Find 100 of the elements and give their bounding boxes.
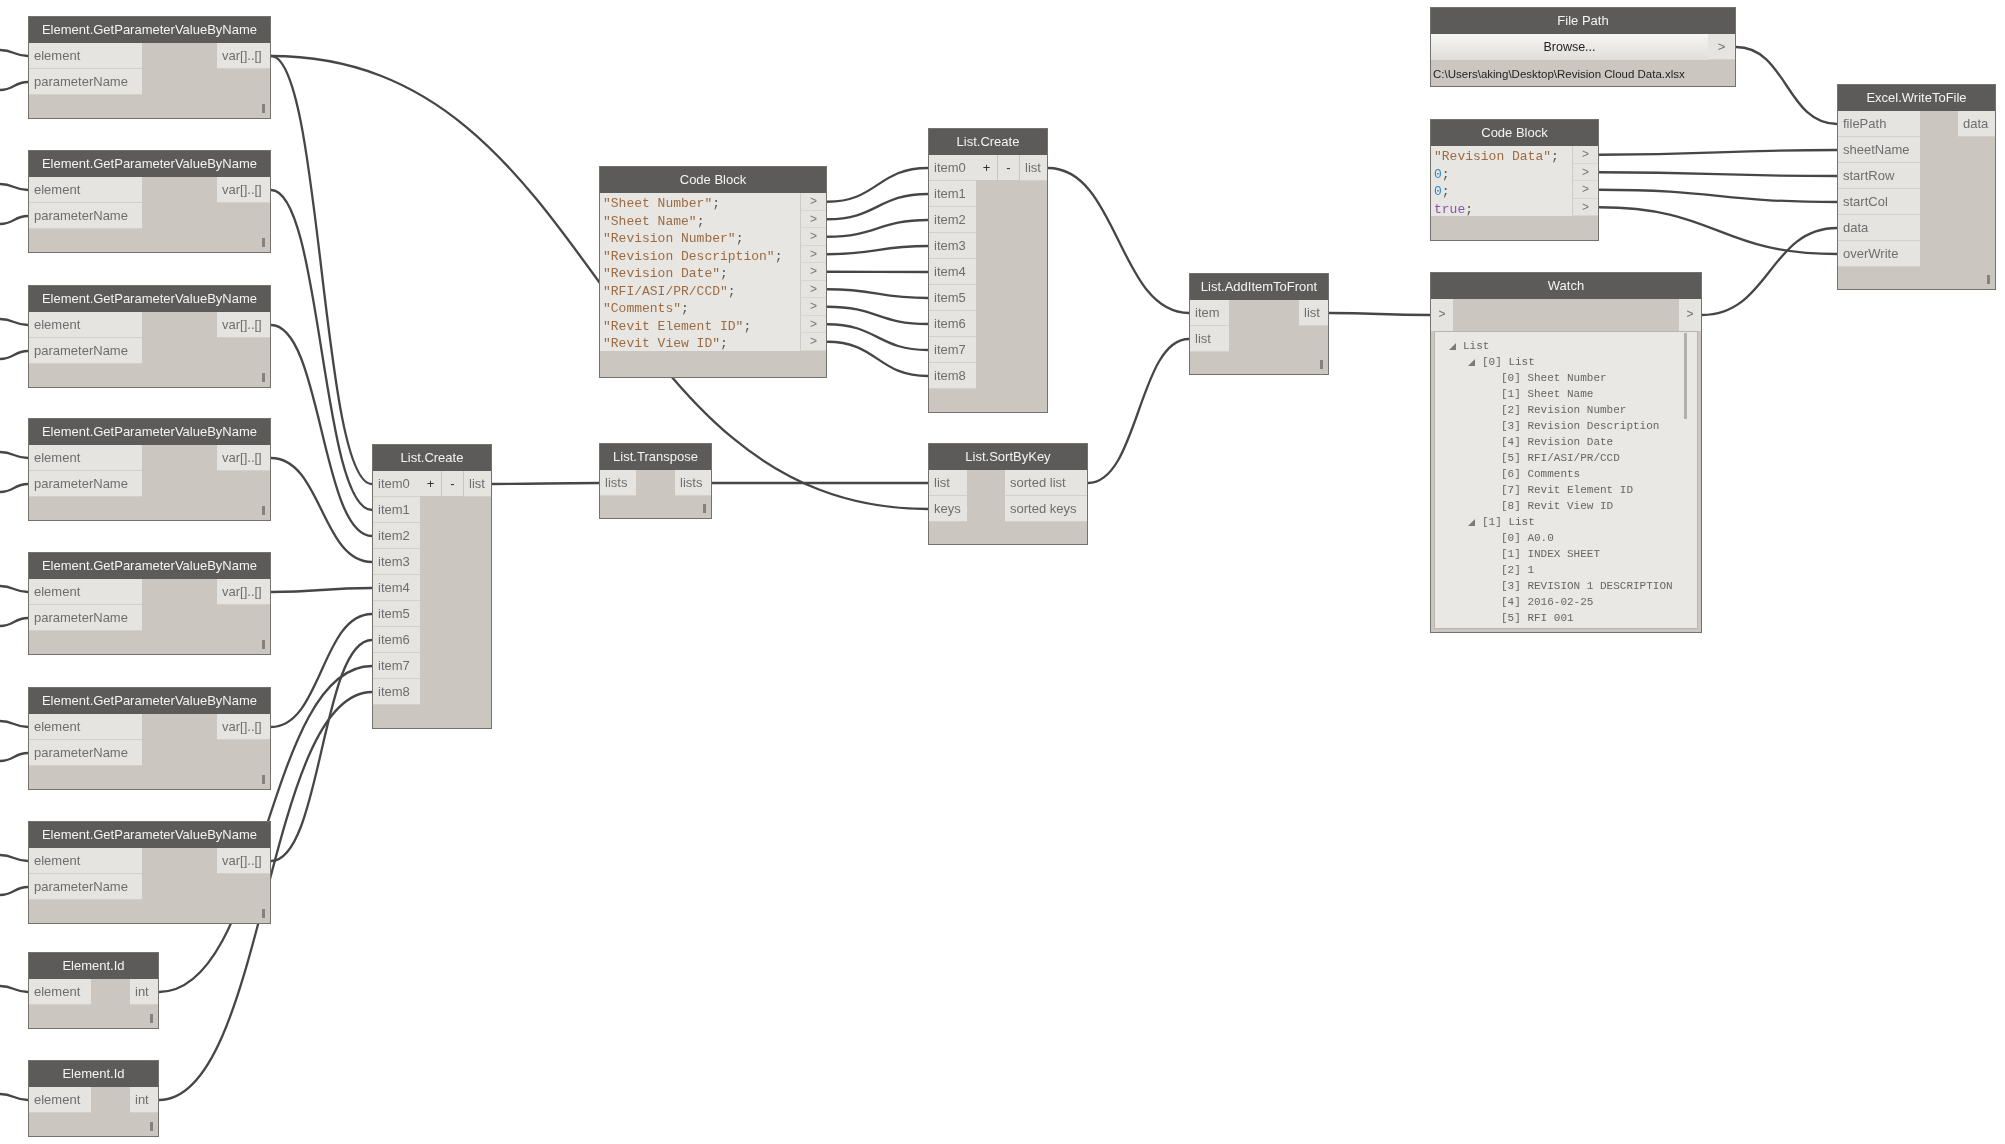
input-port[interactable]: item2	[373, 523, 420, 549]
input-port[interactable]: parameterName	[29, 874, 142, 900]
input-count-button[interactable]: +	[976, 155, 997, 180]
tree-item[interactable]: [2] 1	[1501, 562, 1534, 578]
input-port[interactable]: element	[29, 714, 142, 740]
output-port[interactable]: var[]..[]	[217, 177, 270, 203]
input-port[interactable]: overWrite	[1838, 241, 1920, 267]
output-port[interactable]: list	[1020, 155, 1047, 181]
node-card[interactable]: Element.GetParameterValueByName element var[]..[] parameterName	[28, 418, 271, 521]
node-card[interactable]: List.Create item0 + - list item1 item2 item3 item4 item5 item6 item7 item8	[928, 128, 1048, 413]
output-port[interactable]: >	[800, 263, 826, 281]
input-port[interactable]: item3	[373, 549, 420, 575]
output-port[interactable]: int	[130, 979, 158, 1005]
tree-item[interactable]: [7] Revit Element ID	[1501, 482, 1634, 498]
output-port[interactable]: var[]..[]	[217, 445, 270, 471]
output-port[interactable]: var[]..[]	[217, 43, 270, 69]
node-card[interactable]: Element.GetParameterValueByName element var[]..[] parameterName	[28, 285, 271, 388]
input-port[interactable]: item5	[929, 285, 976, 311]
node-card[interactable]: Element.GetParameterValueByName element var[]..[] parameterName	[28, 552, 271, 655]
input-port[interactable]: item3	[929, 233, 976, 259]
input-port[interactable]: item2	[929, 207, 976, 233]
tree-item[interactable]: [8] Revit View ID	[1501, 498, 1614, 514]
output-port[interactable]: >	[800, 193, 826, 211]
input-port[interactable]: list	[929, 470, 967, 496]
output-port[interactable]: >	[1572, 181, 1598, 199]
output-port[interactable]: list	[1299, 300, 1328, 326]
input-port[interactable]: parameterName	[29, 69, 142, 95]
node-card[interactable]: List.AddItemToFront item list list	[1189, 273, 1329, 375]
input-port[interactable]: item0	[373, 471, 420, 497]
node-card[interactable]: File Path Browse... > C:\Users\aking\Desktop\Revision Cloud Data.xlsx	[1430, 7, 1736, 87]
input-port[interactable]: parameterName	[29, 338, 142, 364]
input-port[interactable]: item	[1190, 300, 1229, 326]
input-port[interactable]: startCol	[1838, 189, 1920, 215]
tree-toggle-icon[interactable]	[1468, 518, 1475, 526]
tree-item[interactable]: [1] INDEX SHEET	[1501, 546, 1601, 562]
input-port[interactable]: parameterName	[29, 471, 142, 497]
input-port[interactable]: element	[29, 979, 91, 1005]
output-port[interactable]: sorted keys	[1005, 496, 1087, 522]
input-port[interactable]: parameterName	[29, 740, 142, 766]
output-port[interactable]: >	[1679, 299, 1701, 331]
input-port[interactable]: item1	[373, 497, 420, 523]
input-port[interactable]: element	[29, 177, 142, 203]
input-port[interactable]: element	[29, 1087, 91, 1113]
input-port[interactable]: item7	[929, 337, 976, 363]
browse-button[interactable]: Browse...	[1431, 34, 1708, 60]
tree-toggle-icon[interactable]	[1468, 358, 1475, 366]
input-port[interactable]: item8	[929, 363, 976, 389]
input-port[interactable]: >	[1431, 299, 1453, 331]
input-port[interactable]: element	[29, 43, 142, 69]
input-count-button[interactable]: -	[998, 155, 1019, 180]
input-port[interactable]: element	[29, 848, 142, 874]
tree-toggle-icon[interactable]	[1449, 342, 1456, 350]
input-count-button[interactable]: +	[420, 471, 441, 496]
node-card[interactable]: Element.GetParameterValueByName element var[]..[] parameterName	[28, 16, 271, 119]
input-port[interactable]: item1	[929, 181, 976, 207]
node-card[interactable]: Element.GetParameterValueByName element var[]..[] parameterName	[28, 687, 271, 790]
input-port[interactable]: item6	[373, 627, 420, 653]
input-port[interactable]: item6	[929, 311, 976, 337]
input-count-button[interactable]: -	[442, 471, 463, 496]
input-port[interactable]: lists	[600, 470, 636, 496]
output-port[interactable]: data	[1958, 111, 1995, 137]
input-port[interactable]: data	[1838, 215, 1920, 241]
code-editor[interactable]: "Revision Data"; 0; 0; true;	[1431, 146, 1572, 216]
output-port[interactable]: var[]..[]	[217, 579, 270, 605]
node-card[interactable]: List.Create item0 + - list item1 item2 item3 item4 item5 item6 item7 item8	[372, 444, 492, 729]
input-port[interactable]: list	[1190, 326, 1229, 352]
tree-item[interactable]: [5] RFI 001	[1501, 610, 1574, 626]
tree-item[interactable]: [2] Revision Number	[1501, 402, 1627, 418]
node-card[interactable]: Code Block "Revision Data"; 0; 0; true; > > > >	[1430, 119, 1599, 241]
tree-item[interactable]: [0] List	[1482, 354, 1535, 370]
output-port[interactable]: lists	[675, 470, 711, 496]
node-card[interactable]: Excel.WriteToFile filePath data sheetName startRow startCol data overWrite	[1837, 84, 1996, 290]
input-port[interactable]: item0	[929, 155, 976, 181]
node-card[interactable]: Element.GetParameterValueByName element var[]..[] parameterName	[28, 150, 271, 253]
output-port[interactable]: list	[464, 471, 491, 497]
input-port[interactable]: filePath	[1838, 111, 1920, 137]
input-port[interactable]: item5	[373, 601, 420, 627]
node-card[interactable]	[1430, 272, 1702, 633]
tree-item[interactable]: [4] Revision Date	[1501, 434, 1614, 450]
tree-item[interactable]: [3] REVISION 1 DESCRIPTION	[1501, 578, 1673, 594]
input-port[interactable]: parameterName	[29, 605, 142, 631]
tree-item[interactable]: [0] A0.0	[1501, 530, 1554, 546]
tree-item[interactable]: [0] Sheet Number	[1501, 370, 1607, 386]
tree-item[interactable]: [3] Revision Description	[1501, 418, 1660, 434]
tree-item[interactable]: [1] List	[1482, 514, 1535, 530]
input-port[interactable]: parameterName	[29, 203, 142, 229]
input-port[interactable]: startRow	[1838, 163, 1920, 189]
input-port[interactable]: element	[29, 445, 142, 471]
input-port[interactable]: item4	[373, 575, 420, 601]
scrollbar-thumb[interactable]	[1684, 333, 1687, 419]
tree-item[interactable]: [5] RFI/ASI/PR/CCD	[1501, 450, 1620, 466]
output-port[interactable]: sorted list	[1005, 470, 1087, 496]
input-port[interactable]: element	[29, 579, 142, 605]
node-card[interactable]: Element.Id element int	[28, 1060, 159, 1137]
output-port[interactable]: >	[1572, 146, 1598, 164]
input-port[interactable]: item4	[929, 259, 976, 285]
input-port[interactable]: sheetName	[1838, 137, 1920, 163]
output-port[interactable]: >	[800, 298, 826, 316]
node-card[interactable]: Code Block "Sheet Number"; "Sheet Name"; "Revision Number"; "Revision Description"; "Revision Date"; "RFI/ASI/PR/CCD"; "Comments"; "Revit Element ID"; "Revit View ID"; > > > > > > > > >	[599, 166, 827, 378]
tree-item[interactable]: List	[1463, 338, 1490, 354]
